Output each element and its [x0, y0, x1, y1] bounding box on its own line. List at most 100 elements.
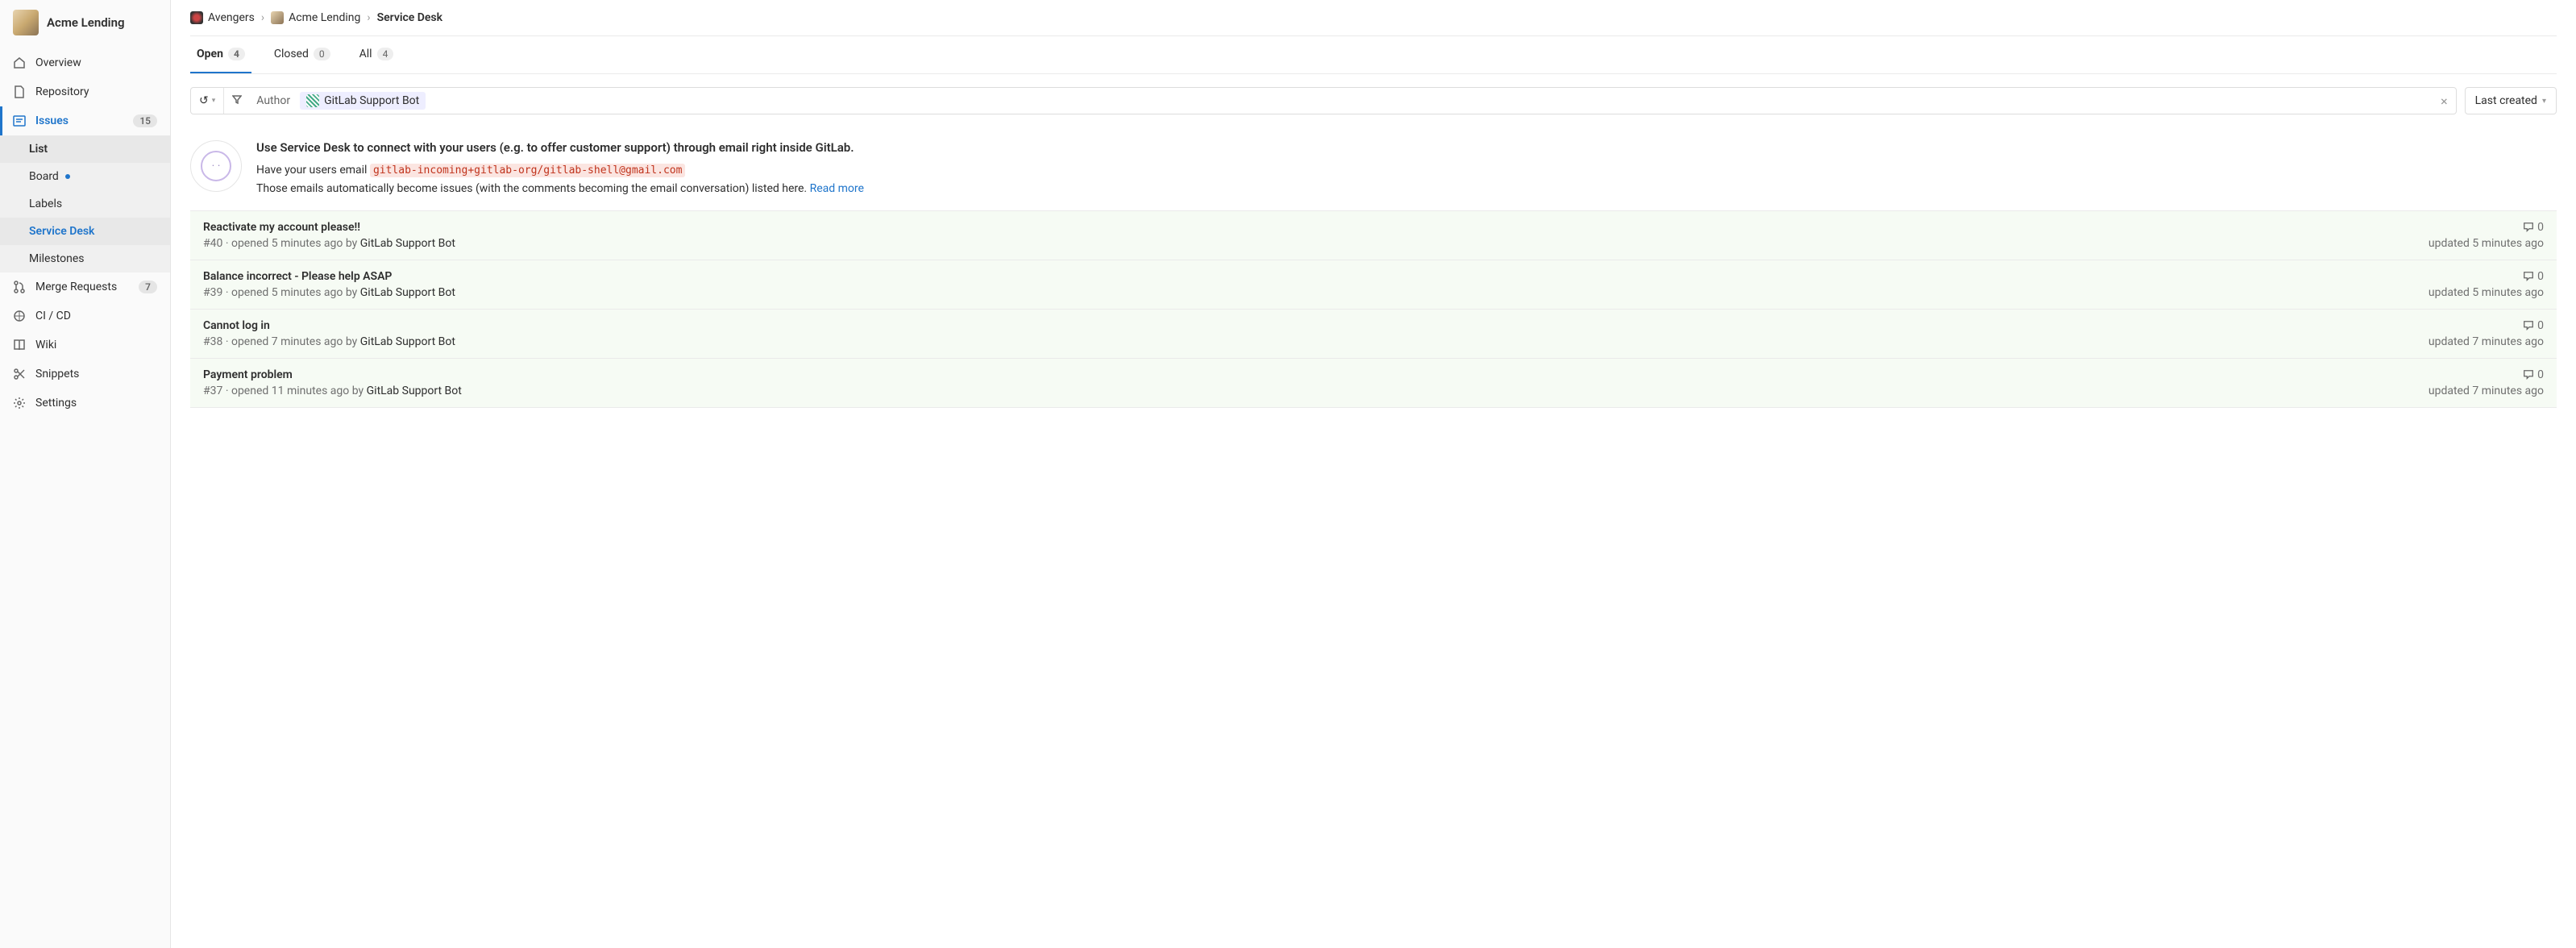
- sidebar-item-label: Settings: [35, 397, 157, 410]
- project-avatar-icon: [13, 10, 39, 35]
- sidebar-sub-labels[interactable]: Labels: [0, 190, 170, 218]
- service-desk-info: · · Use Service Desk to connect with you…: [190, 127, 2557, 211]
- issues-icon: [13, 114, 26, 127]
- issue-updated: updated 5 minutes ago: [2429, 237, 2544, 250]
- history-icon: ↺: [199, 94, 209, 107]
- sidebar-item-settings[interactable]: Settings: [0, 389, 170, 418]
- issue-author[interactable]: GitLab Support Bot: [360, 286, 455, 299]
- tab-count-badge: 4: [377, 48, 394, 60]
- breadcrumbs: Avengers › Acme Lending › Service Desk: [190, 0, 2557, 36]
- sidebar-item-label: Issues: [35, 114, 123, 127]
- issue-updated: updated 7 minutes ago: [2429, 335, 2544, 348]
- file-icon: [13, 85, 26, 98]
- project-name: Acme Lending: [47, 15, 124, 30]
- tab-all[interactable]: All4: [353, 36, 401, 73]
- issue-row[interactable]: Reactivate my account please!! #40 · ope…: [190, 211, 2557, 260]
- filter-author-label: Author: [250, 94, 297, 107]
- issues-subnav: List Board Labels Service Desk Milestone…: [0, 135, 170, 272]
- chevron-right-icon: ›: [261, 11, 264, 24]
- issue-row[interactable]: Cannot log in #38 · opened 7 minutes ago…: [190, 310, 2557, 359]
- sidebar-item-repository[interactable]: Repository: [0, 77, 170, 106]
- chevron-down-icon: ▾: [2542, 97, 2546, 106]
- issue-comments[interactable]: 0: [2523, 221, 2544, 234]
- gear-icon: [13, 397, 26, 410]
- issue-title[interactable]: Cannot log in: [203, 319, 455, 332]
- sort-dropdown[interactable]: Last created▾: [2465, 87, 2557, 114]
- sidebar-item-ci-cd[interactable]: CI / CD: [0, 301, 170, 331]
- sidebar-sub-service-desk[interactable]: Service Desk: [0, 218, 170, 245]
- sidebar: Acme Lending Overview Repository Issues …: [0, 0, 171, 948]
- mr-count-badge: 7: [139, 281, 157, 293]
- breadcrumb-acme-lending[interactable]: Acme Lending: [271, 11, 360, 24]
- sidebar-sub-list[interactable]: List: [0, 135, 170, 163]
- main-content: Avengers › Acme Lending › Service Desk O…: [171, 0, 2576, 948]
- project-header[interactable]: Acme Lending: [0, 0, 170, 45]
- issue-comments[interactable]: 0: [2523, 319, 2544, 332]
- issue-meta: #38 · opened 7 minutes ago by GitLab Sup…: [203, 335, 455, 348]
- issue-title[interactable]: Payment problem: [203, 368, 462, 381]
- filter-input[interactable]: ↺▾ Author GitLab Support Bot ×: [190, 87, 2457, 114]
- breadcrumb-avengers[interactable]: Avengers: [190, 11, 255, 24]
- issue-state-tabs: Open4 Closed0 All4: [190, 36, 2557, 74]
- issue-meta: #40 · opened 5 minutes ago by GitLab Sup…: [203, 237, 455, 250]
- bot-avatar-icon: [306, 94, 319, 107]
- issue-updated: updated 7 minutes ago: [2429, 385, 2544, 397]
- project-avatar-icon: [271, 11, 284, 24]
- breadcrumb-service-desk: Service Desk: [377, 11, 442, 24]
- tab-count-badge: 0: [314, 48, 330, 60]
- sidebar-item-snippets[interactable]: Snippets: [0, 360, 170, 389]
- merge-icon: [13, 281, 26, 293]
- sidebar-item-merge-requests[interactable]: Merge Requests 7: [0, 272, 170, 301]
- issue-author[interactable]: GitLab Support Bot: [360, 237, 455, 250]
- issue-author[interactable]: GitLab Support Bot: [367, 385, 462, 397]
- scissors-icon: [13, 368, 26, 380]
- chevron-down-icon: ▾: [212, 97, 216, 105]
- home-icon: [13, 56, 26, 69]
- service-desk-email[interactable]: gitlab-incoming+gitlab-org/gitlab-shell@…: [370, 164, 686, 177]
- issue-comments[interactable]: 0: [2523, 270, 2544, 283]
- filter-search-button[interactable]: [224, 88, 250, 114]
- comments-icon: [2523, 271, 2534, 282]
- issue-author[interactable]: GitLab Support Bot: [360, 335, 455, 348]
- info-heading: Use Service Desk to connect with your us…: [256, 140, 2557, 155]
- issue-title[interactable]: Balance incorrect - Please help ASAP: [203, 270, 455, 283]
- tab-open[interactable]: Open4: [190, 36, 251, 73]
- issue-updated: updated 5 minutes ago: [2429, 286, 2544, 299]
- sidebar-item-label: Merge Requests: [35, 281, 129, 293]
- sidebar-item-overview[interactable]: Overview: [0, 48, 170, 77]
- sidebar-item-issues[interactable]: Issues 15: [0, 106, 170, 135]
- filter-bar: ↺▾ Author GitLab Support Bot × Last crea…: [190, 74, 2557, 127]
- issue-row[interactable]: Balance incorrect - Please help ASAP #39…: [190, 260, 2557, 310]
- comments-icon: [2523, 369, 2534, 380]
- tab-closed[interactable]: Closed0: [268, 36, 337, 73]
- rocket-icon: [13, 310, 26, 322]
- issue-meta: #39 · opened 5 minutes ago by GitLab Sup…: [203, 286, 455, 299]
- issues-count-badge: 15: [133, 114, 157, 127]
- issue-comments[interactable]: 0: [2523, 368, 2544, 381]
- sidebar-item-label: Repository: [35, 85, 157, 98]
- filter-clear-button[interactable]: ×: [2433, 94, 2456, 109]
- filter-history-button[interactable]: ↺▾: [191, 88, 224, 114]
- issue-list: Reactivate my account please!! #40 · ope…: [190, 211, 2557, 408]
- issue-title[interactable]: Reactivate my account please!!: [203, 221, 455, 234]
- sidebar-sub-board[interactable]: Board: [0, 163, 170, 190]
- filter-author-chip[interactable]: GitLab Support Bot: [300, 92, 426, 110]
- read-more-link[interactable]: Read more: [810, 182, 864, 195]
- sidebar-item-label: Overview: [35, 56, 157, 69]
- comments-icon: [2523, 222, 2534, 233]
- sidebar-sub-milestones[interactable]: Milestones: [0, 245, 170, 272]
- sidebar-item-label: Snippets: [35, 368, 157, 380]
- filter-icon: [232, 94, 242, 107]
- tab-count-badge: 4: [228, 48, 245, 60]
- issue-row[interactable]: Payment problem #37 · opened 11 minutes …: [190, 359, 2557, 408]
- comments-icon: [2523, 320, 2534, 331]
- issue-meta: #37 · opened 11 minutes ago by GitLab Su…: [203, 385, 462, 397]
- chevron-right-icon: ›: [367, 11, 370, 24]
- sidebar-item-label: Wiki: [35, 339, 157, 351]
- sidebar-item-label: CI / CD: [35, 310, 157, 322]
- close-icon: ×: [2441, 94, 2448, 109]
- group-avatar-icon: [190, 11, 203, 24]
- dot-indicator-icon: [65, 174, 70, 179]
- sidebar-item-wiki[interactable]: Wiki: [0, 331, 170, 360]
- info-description: Those emails automatically become issues…: [256, 180, 2557, 198]
